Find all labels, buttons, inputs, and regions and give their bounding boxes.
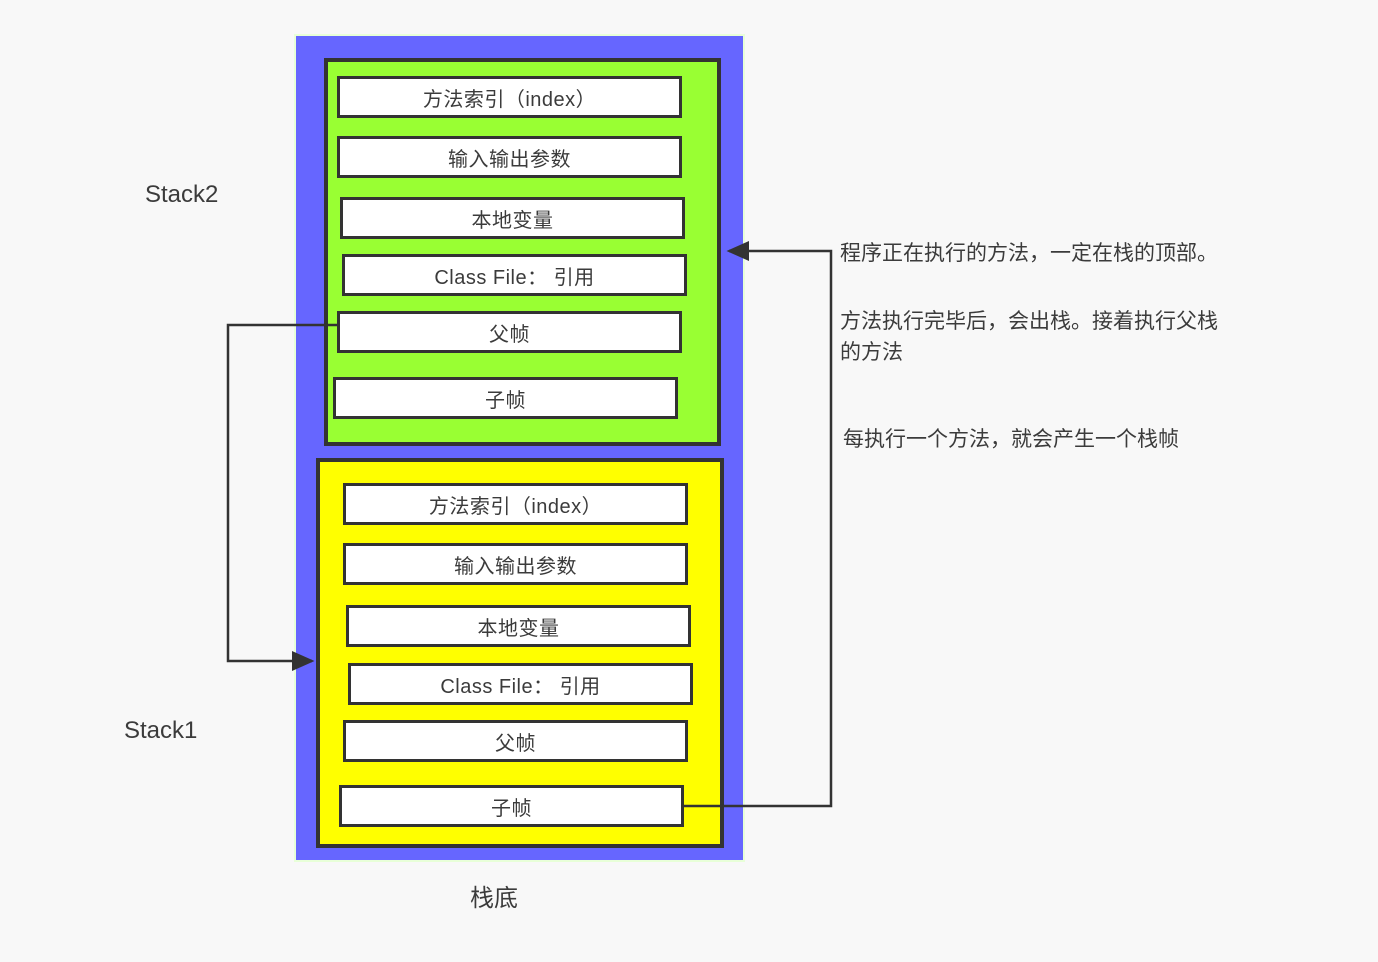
annotation-frame-per-method: 每执行一个方法，就会产生一个栈帧 [843, 428, 1179, 451]
annotation-top-of-stack: 程序正在执行的方法，一定在栈的顶部。 [840, 242, 1218, 265]
stack2-row-method-index: 方法索引（index） [337, 76, 682, 118]
stack2-row-class-file-ref: Class File： 引用 [342, 254, 687, 296]
stack2-label: Stack2 [145, 181, 219, 208]
stack1-row-local-vars: 本地变量 [346, 605, 691, 647]
stack1-row-parent-frame: 父帧 [343, 720, 688, 762]
stack2-row-parent-frame: 父帧 [337, 311, 682, 353]
stack-bottom-caption: 栈底 [470, 885, 518, 912]
stack1-row-method-index: 方法索引（index） [343, 483, 688, 525]
stack2-row-local-vars: 本地变量 [340, 197, 685, 239]
stack1-row-child-frame: 子帧 [339, 785, 684, 827]
annotation-pop-parent-frame: 方法执行完毕后，会出栈。接着执行父栈 的方法 [840, 310, 1218, 364]
stack2-row-io-params: 输入输出参数 [337, 136, 682, 178]
stack1-row-class-file-ref: Class File： 引用 [348, 663, 693, 705]
stack2-row-child-frame: 子帧 [333, 377, 678, 419]
stack1-row-io-params: 输入输出参数 [343, 543, 688, 585]
stack1-label: Stack1 [124, 717, 198, 744]
